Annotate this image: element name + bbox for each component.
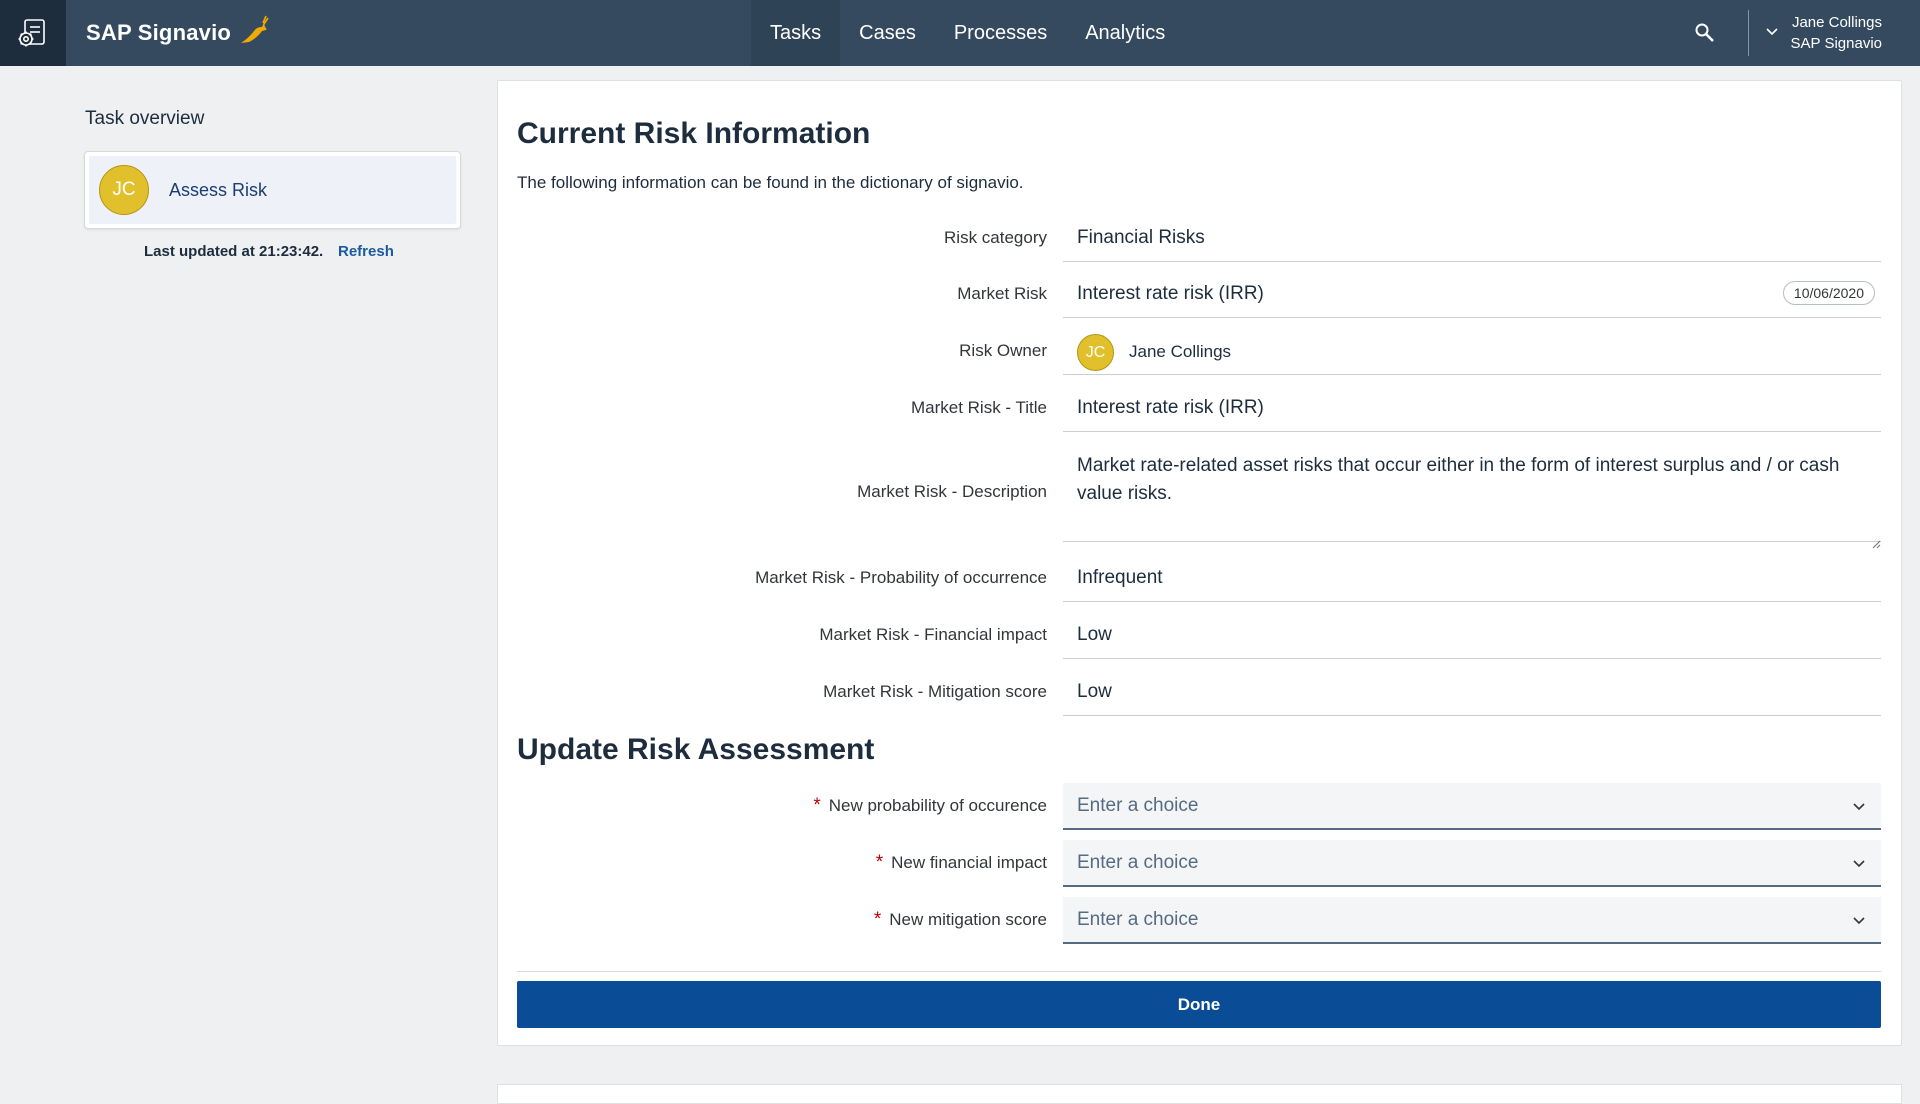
nav-tasks[interactable]: Tasks	[751, 0, 841, 66]
user-org: SAP Signavio	[1790, 35, 1882, 52]
select-placeholder: Enter a choice	[1077, 908, 1199, 930]
new-probability-select[interactable]: Enter a choice	[1063, 783, 1881, 830]
chevron-down-icon[interactable]	[1762, 22, 1782, 42]
new-mitigation-select[interactable]: Enter a choice	[1063, 897, 1881, 944]
required-marker: *	[875, 852, 884, 873]
field-label: New probability of occurence	[828, 796, 1047, 815]
avatar: JC	[99, 165, 149, 215]
task-label: Assess Risk	[169, 179, 268, 200]
field-label: Market Risk - Financial impact	[819, 625, 1047, 644]
field-value: Infrequent	[1063, 555, 1881, 602]
field-label: New mitigation score	[889, 910, 1047, 929]
field-value: Low	[1063, 612, 1881, 659]
field-label: Market Risk - Description	[857, 482, 1047, 501]
nav-analytics[interactable]: Analytics	[1066, 0, 1184, 66]
avatar: JC	[1077, 334, 1114, 371]
task-item-assess-risk[interactable]: JC Assess Risk	[89, 156, 456, 224]
main-nav: Tasks Cases Processes Analytics	[751, 0, 1184, 66]
search-icon[interactable]	[1688, 16, 1722, 50]
select-placeholder: Enter a choice	[1077, 794, 1199, 816]
nav-cases[interactable]: Cases	[840, 0, 935, 66]
field-label-container: * New probability of occurence	[813, 795, 1047, 817]
divider	[517, 971, 1881, 972]
brand-logo[interactable]: SAP Signavio	[86, 0, 271, 66]
field-value: Low	[1063, 669, 1881, 716]
brand-name: SAP Signavio	[86, 20, 232, 45]
required-marker: *	[873, 909, 882, 930]
settings-tasks-icon[interactable]	[0, 0, 66, 66]
field-value: Interest rate risk (IRR)	[1063, 385, 1881, 432]
next-card-edge	[497, 1084, 1902, 1104]
nav-processes[interactable]: Processes	[935, 0, 1066, 66]
field-value-container: Interest rate risk (IRR) 10/06/2020	[1063, 271, 1881, 318]
top-bar: SAP Signavio Tasks Cases Processes Analy…	[0, 0, 1920, 66]
field-label-container: * New financial impact	[876, 852, 1047, 874]
header-divider	[1748, 10, 1749, 56]
field-label: Market Risk	[957, 284, 1047, 303]
done-button[interactable]: Done	[517, 981, 1881, 1028]
field-label: Market Risk - Mitigation score	[823, 682, 1047, 701]
field-value: Market rate-related asset risks that occ…	[1077, 455, 1840, 504]
field-label-container: * New mitigation score	[874, 909, 1047, 931]
chevron-down-icon	[1851, 912, 1867, 928]
task-overview-title: Task overview	[85, 108, 205, 129]
last-updated-text: Last updated at 21:23:42.	[144, 243, 324, 260]
task-form-card: Current Risk Information The following i…	[497, 80, 1902, 1046]
task-card[interactable]: JC Assess Risk	[84, 151, 461, 229]
gazelle-icon	[237, 13, 271, 53]
chevron-down-icon	[1851, 855, 1867, 871]
user-menu[interactable]: Jane Collings SAP Signavio	[1791, 12, 1882, 54]
date-badge: 10/06/2020	[1782, 281, 1875, 305]
chevron-down-icon	[1851, 798, 1867, 814]
required-marker: *	[813, 795, 821, 816]
new-financial-select[interactable]: Enter a choice	[1063, 840, 1881, 887]
field-value-container: JC Jane Collings	[1063, 328, 1881, 375]
intro-text: The following information can be found i…	[517, 173, 1024, 192]
field-label: Market Risk - Probability of occurrence	[755, 568, 1047, 587]
select-placeholder: Enter a choice	[1077, 851, 1199, 873]
field-label: Market Risk - Title	[910, 398, 1047, 417]
current-risk-title: Current Risk Information	[517, 117, 871, 150]
user-name: Jane Collings	[1791, 14, 1882, 31]
field-value: Interest rate risk (IRR)	[1077, 283, 1264, 304]
field-label: Risk Owner	[959, 341, 1047, 360]
refresh-link[interactable]: Refresh	[338, 243, 394, 260]
owner-name: Jane Collings	[1129, 342, 1232, 361]
update-risk-title: Update Risk Assessment	[517, 733, 875, 766]
resize-grip-icon[interactable]	[1871, 530, 1881, 549]
field-label: Risk category	[944, 228, 1047, 247]
field-value-container: Market rate-related asset risks that occ…	[1063, 442, 1881, 549]
field-value: Financial Risks	[1063, 215, 1881, 262]
field-label: New financial impact	[891, 853, 1047, 872]
